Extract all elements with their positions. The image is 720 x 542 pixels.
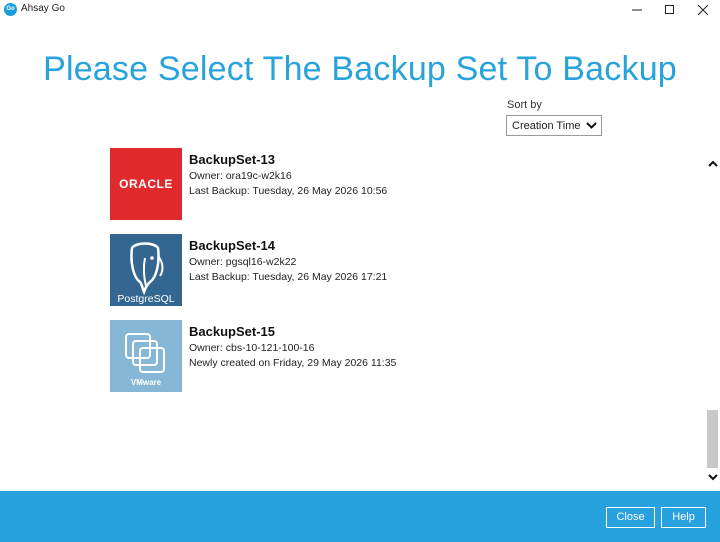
close-button[interactable]: Close: [606, 507, 655, 528]
backup-set-owner: Owner: pgsql16-w2k22: [189, 256, 297, 268]
maximize-button[interactable]: [653, 0, 687, 20]
backup-set-last-backup: Last Backup: Tuesday, 26 May 2026 17:21: [189, 271, 388, 283]
app-logo-icon: Go: [4, 3, 17, 16]
close-icon: [698, 5, 708, 15]
sort-selected-value: Creation Time: [512, 120, 581, 132]
svg-text:ORACLE: ORACLE: [119, 177, 173, 191]
backup-set-name: BackupSet-14: [189, 238, 275, 253]
maximize-icon: [665, 5, 674, 14]
backup-set-owner: Owner: ora19c-w2k16: [189, 170, 292, 182]
minimize-button[interactable]: [620, 0, 654, 20]
scroll-down-button[interactable]: [706, 470, 720, 482]
scroll-up-button[interactable]: [706, 157, 720, 169]
close-window-button[interactable]: [686, 0, 720, 20]
backup-set-name: BackupSet-15: [189, 324, 275, 339]
backup-set-item[interactable]: VMware BackupSet-15 Owner: cbs-10-121-10…: [110, 320, 570, 392]
title-bar: Go Ahsay Go: [0, 0, 720, 20]
sort-label: Sort by: [507, 99, 542, 111]
chevron-down-icon: [708, 474, 718, 481]
chevron-up-icon: [708, 160, 718, 167]
chevron-down-icon: [586, 122, 597, 129]
sort-dropdown[interactable]: Creation Time: [506, 115, 602, 136]
backup-set-name: BackupSet-13: [189, 152, 275, 167]
window-title: Ahsay Go: [21, 3, 65, 14]
postgresql-logo: PostgreSQL: [110, 234, 182, 306]
backup-set-last-backup: Last Backup: Tuesday, 26 May 2026 10:56: [189, 185, 388, 197]
backup-set-item[interactable]: ORACLE BackupSet-13 Owner: ora19c-w2k16 …: [110, 148, 570, 220]
page-title: Please Select The Backup Set To Backup: [43, 50, 677, 88]
backup-set-item[interactable]: PostgreSQL BackupSet-14 Owner: pgsql16-w…: [110, 234, 570, 306]
backup-set-created: Newly created on Friday, 29 May 2026 11:…: [189, 357, 397, 369]
help-button[interactable]: Help: [661, 507, 706, 528]
minimize-icon: [632, 9, 642, 11]
scrollbar-thumb[interactable]: [707, 410, 718, 468]
oracle-logo: ORACLE: [110, 148, 182, 220]
svg-text:VMware: VMware: [131, 378, 162, 387]
vmware-logo: VMware: [110, 320, 182, 392]
svg-text:PostgreSQL: PostgreSQL: [117, 293, 174, 305]
backup-set-owner: Owner: cbs-10-121-100-16: [189, 342, 315, 354]
